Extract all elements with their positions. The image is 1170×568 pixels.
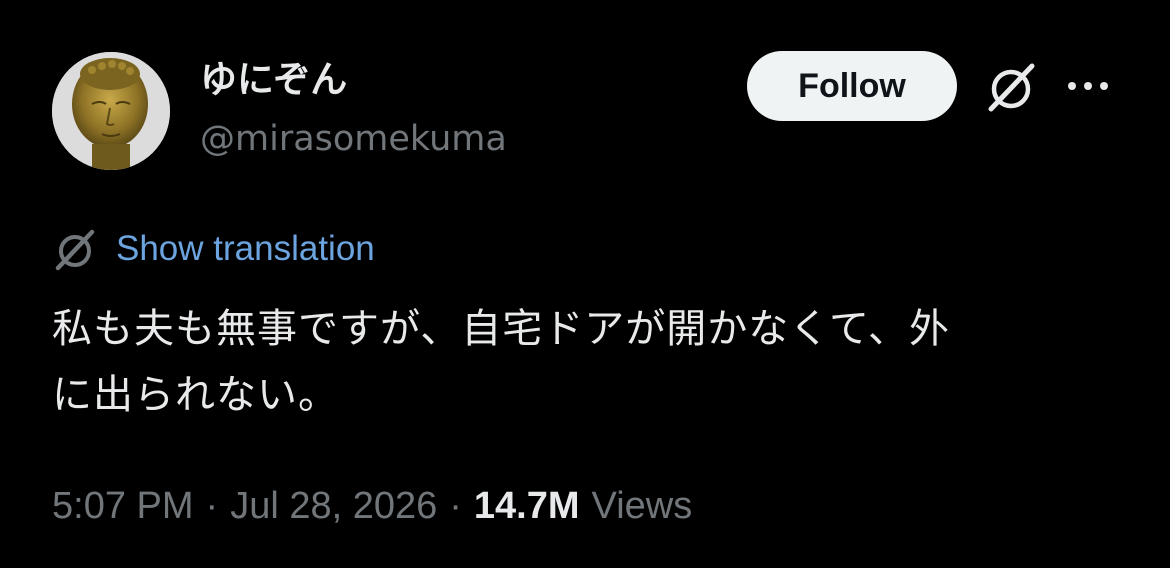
tweet-meta: 5:07 PM · Jul 28, 2026 · 14.7M Views: [52, 480, 692, 532]
grok-icon[interactable]: [982, 58, 1040, 116]
tweet-date[interactable]: Jul 28, 2026: [230, 485, 437, 528]
user-handle[interactable]: @mirasomekuma: [200, 117, 507, 161]
tweet-text: 私も夫も無事ですが、自宅ドアが開かなくて、外 に出られない。: [52, 296, 1132, 428]
views-count: 14.7M: [473, 484, 580, 527]
separator-dot: ·: [205, 484, 219, 527]
tweet-text-line-2: に出られない。: [52, 372, 339, 418]
separator-dot: ·: [449, 484, 462, 527]
buddha-avatar-image: [52, 52, 170, 170]
show-translation-link[interactable]: Show translation: [116, 229, 375, 269]
avatar[interactable]: [52, 52, 170, 170]
views-label[interactable]: Views: [592, 485, 693, 528]
display-name[interactable]: ゆにぞん: [200, 58, 347, 102]
tweet-time[interactable]: 5:07 PM: [52, 485, 194, 528]
tweet-text-line-1: 私も夫も無事ですが、自宅ドアが開かなくて、外: [52, 306, 950, 352]
grok-translate-icon: [55, 229, 95, 271]
more-icon[interactable]: [1064, 76, 1112, 96]
show-translation-row[interactable]: Show translation: [52, 224, 375, 274]
follow-button[interactable]: Follow: [747, 51, 957, 121]
